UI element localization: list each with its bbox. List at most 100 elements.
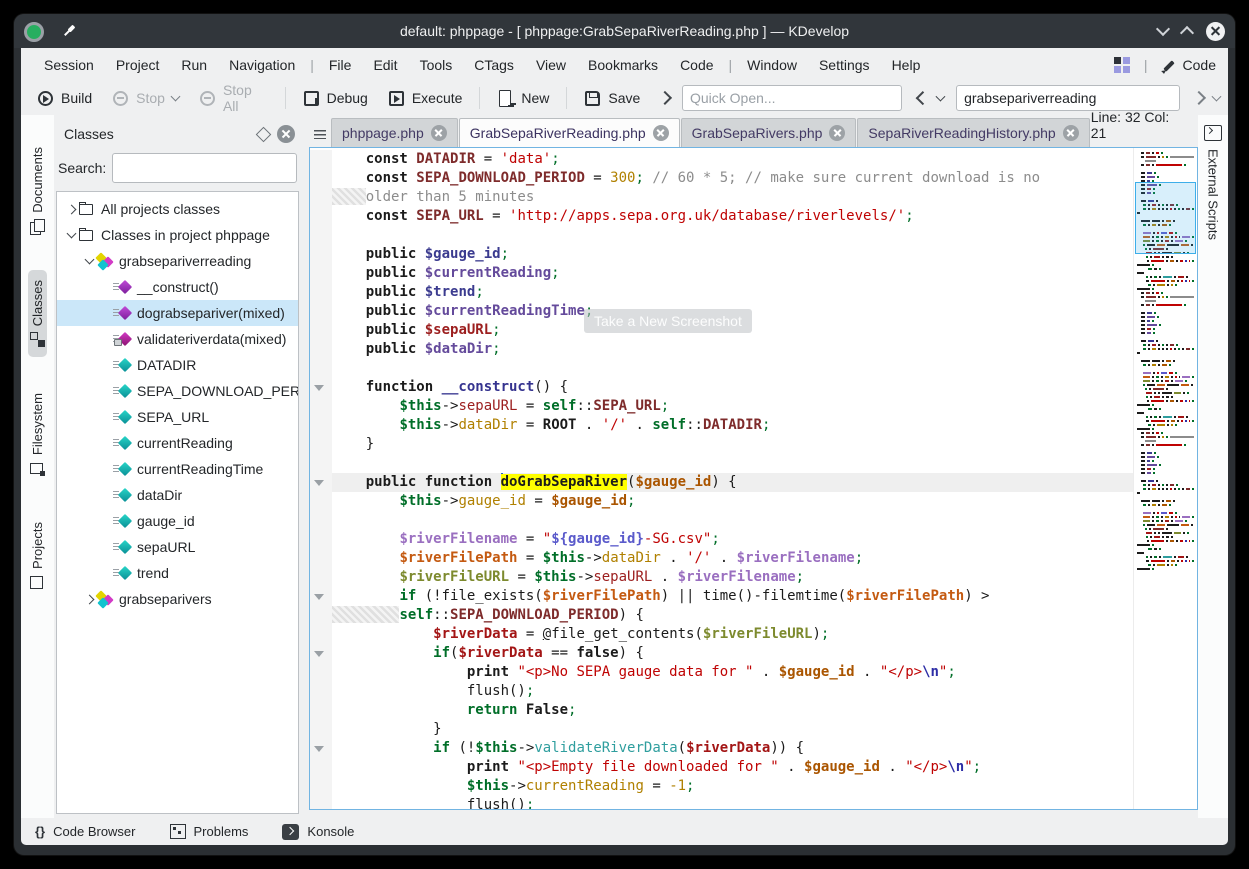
expander-down-icon[interactable] [83, 255, 95, 267]
menu-edit[interactable]: Edit [362, 52, 408, 78]
tab-close-icon[interactable] [1063, 125, 1079, 141]
tree-item-trend[interactable]: trend [57, 560, 298, 586]
tree-item-grabseparivers[interactable]: grabseparivers [57, 586, 298, 612]
fold-gutter[interactable] [310, 378, 332, 397]
fold-gutter[interactable] [310, 587, 332, 606]
tree-item-sepaurl[interactable]: sepaURL [57, 534, 298, 560]
tab-close-icon[interactable] [431, 125, 447, 141]
history-back-icon[interactable] [915, 91, 929, 105]
sidebar-tab-documents[interactable]: Documents [28, 137, 47, 244]
editor-tab-label: GrabSepaRiverReading.php [470, 125, 646, 141]
toolbar-search-input[interactable] [956, 85, 1179, 111]
fold-gutter[interactable] [310, 739, 332, 758]
quick-open-input[interactable] [682, 85, 902, 111]
close-button[interactable] [1206, 22, 1225, 41]
statusbar-item-label: Problems [194, 824, 249, 839]
save-label: Save [608, 90, 640, 106]
editor-tab-grabseparivers-php[interactable]: GrabSepaRivers.php [681, 118, 857, 147]
sidebar-tab-filesystem[interactable]: Filesystem [28, 383, 47, 486]
menu-file[interactable]: File [318, 52, 363, 78]
menu-navigation[interactable]: Navigation [218, 52, 306, 78]
fold-gutter[interactable] [310, 644, 332, 663]
build-button[interactable]: Build [29, 86, 100, 111]
fold-gutter[interactable] [310, 473, 332, 492]
editor-tab-phppage-php[interactable]: phppage.php [331, 118, 458, 147]
code-line-text: $riverFileURL = $this->sepaURL . $riverF… [332, 568, 1133, 587]
tree-item-classes-in-project-phppage[interactable]: Classes in project phppage [57, 222, 298, 248]
toolbar: Build Stop Stop All Debug Execute [21, 81, 1228, 115]
toolbar-separator [479, 87, 480, 109]
search-next-icon[interactable] [1191, 91, 1205, 105]
code-line-text: public $currentReading; [332, 264, 1133, 283]
minimap-viewport[interactable] [1135, 182, 1196, 254]
tab-close-icon[interactable] [653, 125, 669, 141]
toolbar-overflow-icon[interactable] [658, 91, 672, 105]
menu-view[interactable]: View [525, 52, 577, 78]
editor-tab-separiverreadinghistory-php[interactable]: SepaRiverReadingHistory.php [857, 118, 1089, 147]
statusbar-code-browser[interactable]: {}Code Browser [35, 824, 136, 839]
fold-marker-icon[interactable] [314, 594, 324, 600]
menu-session[interactable]: Session [33, 52, 105, 78]
pin-icon[interactable] [59, 21, 79, 41]
tree-item-datadir[interactable]: dataDir [57, 482, 298, 508]
statusbar-konsole[interactable]: Konsole [282, 824, 354, 840]
tree-item-sepa-url[interactable]: SEPA_URL [57, 404, 298, 430]
tree-item-datadir[interactable]: DATADIR [57, 352, 298, 378]
statusbar-problems[interactable]: Problems [170, 824, 249, 839]
execute-button[interactable]: Execute [380, 86, 471, 111]
tab-close-icon[interactable] [829, 125, 845, 141]
menu-help[interactable]: Help [881, 52, 932, 78]
menu-run[interactable]: Run [170, 52, 218, 78]
menu-tools[interactable]: Tools [409, 52, 464, 78]
expander-right-icon[interactable] [83, 593, 95, 605]
stop-button[interactable]: Stop [104, 86, 187, 111]
external-scripts-tab[interactable]: External Scripts [1206, 149, 1221, 240]
code-line: $this->currentReading = -1; [310, 777, 1133, 796]
fold-marker-icon[interactable] [314, 746, 324, 752]
menu-ctags[interactable]: CTags [463, 52, 525, 78]
tree-folder-icon [77, 201, 97, 217]
debug-button[interactable]: Debug [295, 86, 376, 111]
tree-item-grabsepariverreading[interactable]: grabsepariverreading [57, 248, 298, 274]
history-dropdown-icon[interactable] [936, 91, 946, 101]
document-list-icon[interactable] [309, 121, 331, 147]
tree-const-icon [113, 487, 133, 503]
expander-right-icon[interactable] [65, 203, 77, 215]
code-editor[interactable]: const DATADIR = 'data'; const SEPA_DOWNL… [309, 147, 1198, 810]
tree-item-label: currentReading [137, 435, 233, 451]
code-area-button[interactable]: Code [1162, 57, 1216, 73]
tree-item-all-projects-classes[interactable]: All projects classes [57, 196, 298, 222]
menu-code[interactable]: Code [669, 52, 724, 78]
minimize-button[interactable] [1156, 22, 1170, 36]
area-switcher-icon[interactable] [1114, 57, 1130, 73]
expander-down-icon[interactable] [65, 229, 77, 241]
tree-item--construct-[interactable]: __construct() [57, 274, 298, 300]
menu-project[interactable]: Project [105, 52, 171, 78]
fold-marker-icon[interactable] [314, 385, 324, 391]
menu-window[interactable]: Window [736, 52, 808, 78]
save-button[interactable]: Save [576, 86, 648, 111]
fold-marker-icon[interactable] [314, 651, 324, 657]
float-panel-icon[interactable] [256, 126, 272, 142]
external-scripts-icon[interactable] [1204, 125, 1222, 141]
maximize-button[interactable] [1180, 26, 1194, 40]
new-button[interactable]: New [489, 86, 557, 111]
classes-search-input[interactable] [112, 153, 297, 183]
tree-item-sepa-download-period[interactable]: SEPA_DOWNLOAD_PERIOD [57, 378, 298, 404]
sidebar-tab-classes[interactable]: Classes [28, 270, 47, 357]
tree-item-dograbsepariver-mixed-[interactable]: dograbsepariver(mixed) [57, 300, 298, 326]
minimap-scrollbar[interactable] [1133, 148, 1197, 809]
tree-item-validateriverdata-mixed-[interactable]: validateriverdata(mixed) [57, 326, 298, 352]
tree-item-gauge-id[interactable]: gauge_id [57, 508, 298, 534]
editor-tab-grabsepariverreading-php[interactable]: GrabSepaRiverReading.php [459, 118, 680, 147]
sidebar-tab-label: Projects [30, 522, 45, 569]
fold-marker-icon[interactable] [314, 480, 324, 486]
sidebar-tab-projects[interactable]: Projects [28, 512, 47, 600]
stop-all-button[interactable]: Stop All [191, 78, 276, 118]
search-dropdown-icon[interactable] [1212, 91, 1222, 101]
tree-item-currentreading[interactable]: currentReading [57, 430, 298, 456]
close-panel-icon[interactable] [277, 125, 295, 143]
menu-bookmarks[interactable]: Bookmarks [577, 52, 669, 78]
menu-settings[interactable]: Settings [808, 52, 881, 78]
tree-item-currentreadingtime[interactable]: currentReadingTime [57, 456, 298, 482]
